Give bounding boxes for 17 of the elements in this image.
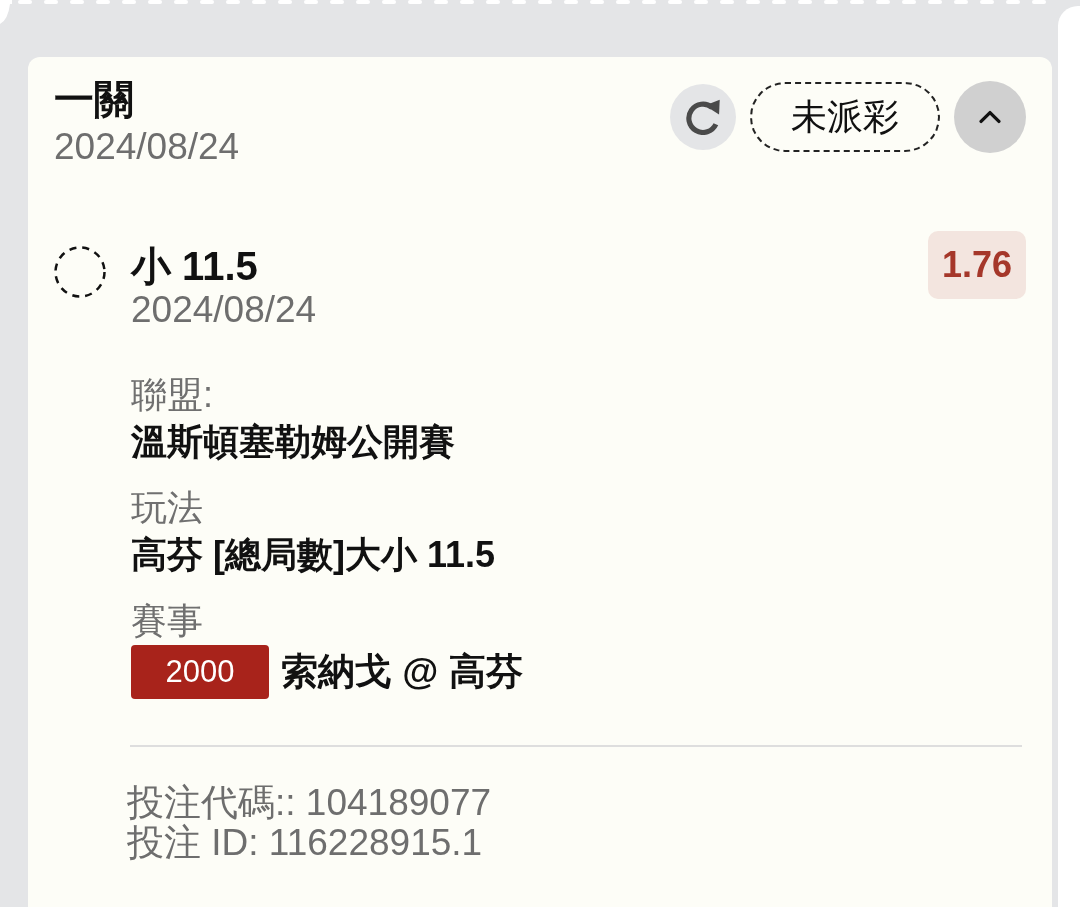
detail-value: 索納戈 @ 高芬 xyxy=(281,650,523,694)
selection-name: 小 11.5 xyxy=(131,244,258,288)
detail-label: 聯盟: xyxy=(131,373,213,417)
detail-label: 玩法 xyxy=(131,486,203,530)
detail-value: 高芬 [總局數]大小 11.5 xyxy=(131,533,496,577)
odds-badge: 1.76 xyxy=(928,231,1026,299)
status-badge: 未派彩 xyxy=(750,82,940,152)
bet-date: 2024/08/24 xyxy=(54,125,240,169)
selection-date: 2024/08/24 xyxy=(131,288,317,332)
detail-label: 賽事 xyxy=(131,599,203,643)
bet-id-text: 投注 ID: 116228915.1 xyxy=(127,823,483,863)
detail-value: 溫斯頓塞勒姆公開賽 xyxy=(131,420,455,464)
refresh-icon xyxy=(685,99,721,135)
chevron-up-icon xyxy=(979,110,1001,124)
event-code-tag: 2000 xyxy=(131,645,269,699)
bet-code-text: 投注代碼:: 104189077 xyxy=(127,783,492,823)
bet-type-title: 一關 xyxy=(54,77,134,121)
